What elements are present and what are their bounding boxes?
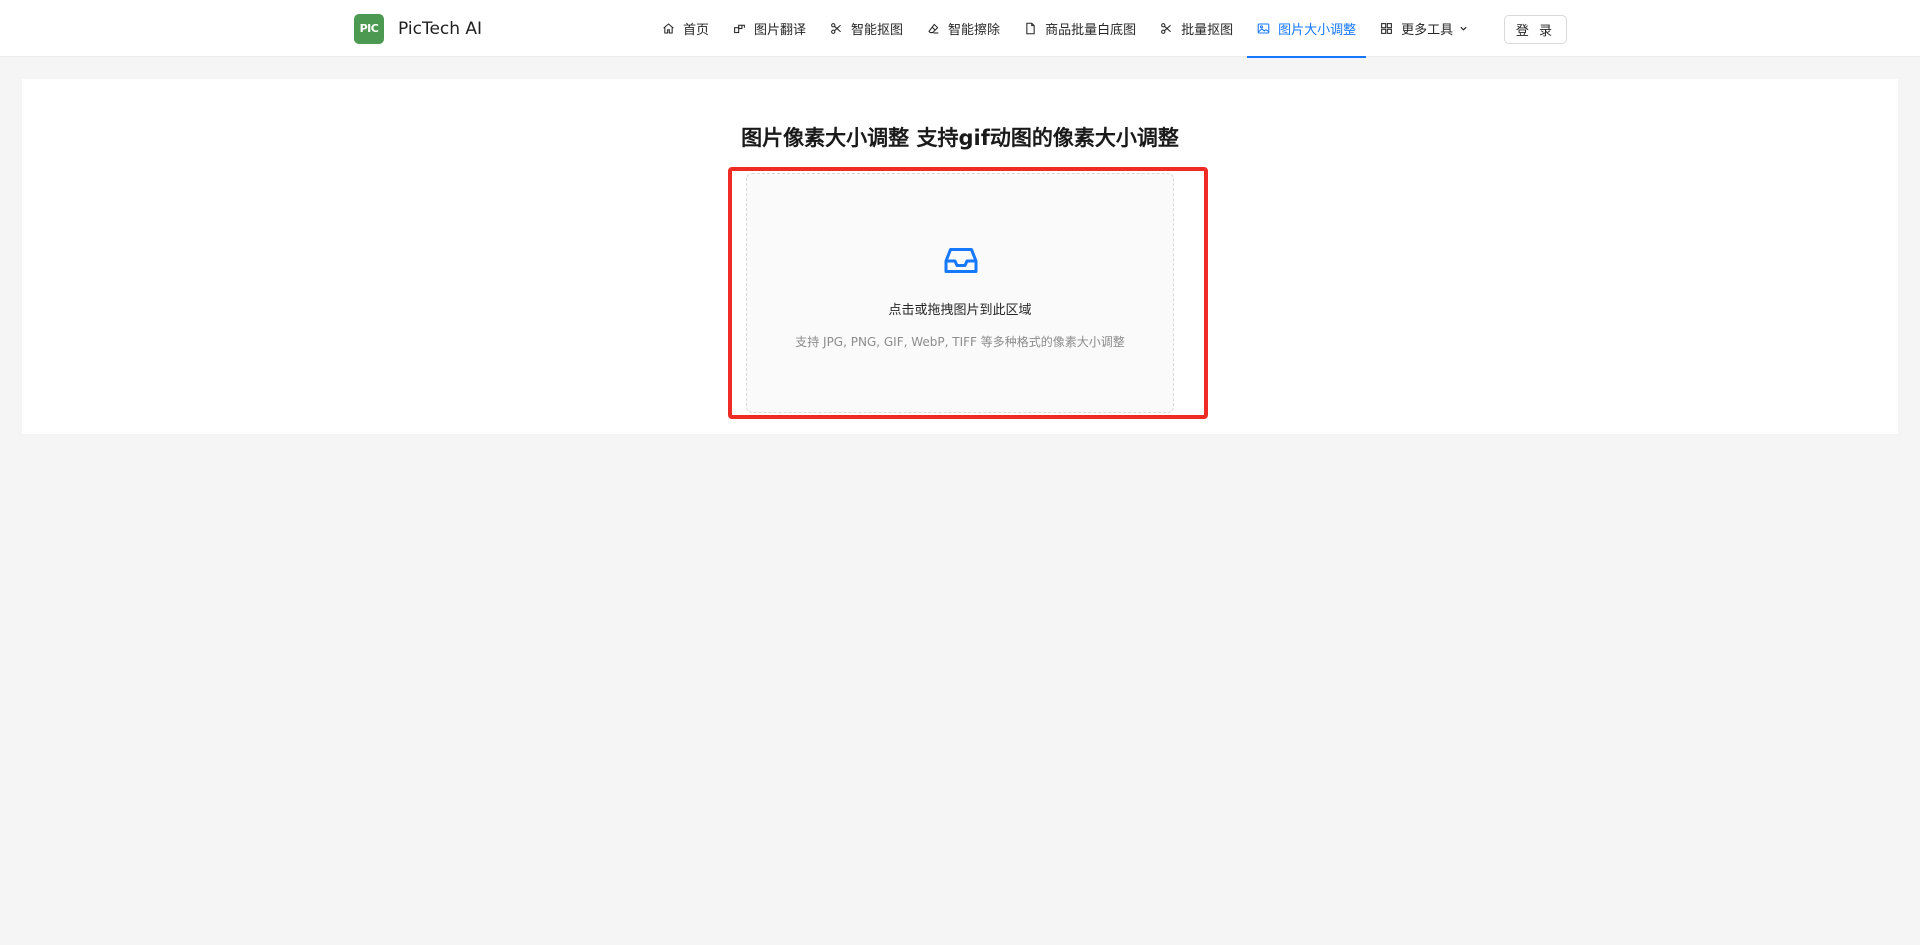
image-icon [1257,23,1270,34]
nav-item-batch-white-bg[interactable]: 商品批量白底图 [1012,0,1148,57]
scissors-icon [1161,23,1171,34]
nav-item-image-translate[interactable]: 图片翻译 [721,0,818,57]
nav-label: 首页 [683,23,710,38]
file-icon [1026,22,1035,35]
brand-logo-link[interactable]: PIC PicTech AI [354,13,483,44]
nav-label: 更多工具 [1401,23,1454,38]
login-button[interactable]: 登 录 [1503,15,1567,44]
nav-label: 智能抠图 [851,23,904,38]
chevron-down-icon [1460,26,1467,31]
nav-label: 图片大小调整 [1278,23,1357,38]
upload-prompt: 点击或拖拽图片到此区域 [888,303,1032,318]
brand-name: PicTech AI [398,18,483,39]
nav-label: 商品批量白底图 [1045,23,1137,38]
nav-item-home[interactable]: 首页 [650,0,721,57]
main-nav: 首页 图片翻译 智能抠图 智能擦除 商品批量白底图 批量抠图 图片大小调整 更多… [650,0,1480,58]
nav-label: 批量抠图 [1181,23,1234,38]
brand-logo-icon: PIC [354,13,384,44]
eraser-icon [928,23,939,34]
nav-label: 智能擦除 [948,23,1001,38]
page-title: 图片像素大小调整 支持gif动图的像素大小调整 [741,126,1179,150]
home-icon [663,23,674,34]
header-inner: PIC PicTech AI 首页 图片翻译 智能抠图 智能擦除 商品批量白底图… [354,0,1567,58]
translate-icon [734,24,745,34]
main-card: 图片像素大小调整 支持gif动图的像素大小调整 点击或拖拽图片到此区域 支持 J… [22,79,1898,434]
nav-item-smart-erase[interactable]: 智能擦除 [915,0,1012,57]
upload-format-hint: 支持 JPG, PNG, GIF, WebP, TIFF 等多种格式的像素大小调… [795,335,1125,349]
nav-item-smart-cutout[interactable]: 智能抠图 [818,0,915,57]
scissors-icon [831,23,841,34]
top-header: PIC PicTech AI 首页 图片翻译 智能抠图 智能擦除 商品批量白底图… [0,0,1920,58]
nav-item-batch-cutout[interactable]: 批量抠图 [1148,0,1245,57]
nav-label: 图片翻译 [754,23,807,38]
grid-icon [1381,23,1393,34]
nav-item-more-tools[interactable]: 更多工具 [1368,0,1480,57]
upload-dropzone[interactable]: 点击或拖拽图片到此区域 支持 JPG, PNG, GIF, WebP, TIFF… [746,173,1174,413]
nav-item-image-resize[interactable]: 图片大小调整 [1245,0,1368,58]
inbox-icon [944,248,978,273]
